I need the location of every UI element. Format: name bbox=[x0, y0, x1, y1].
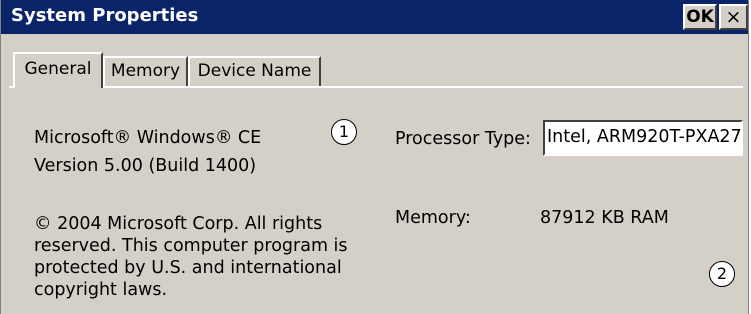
close-button[interactable]: × bbox=[719, 4, 748, 30]
processor-type-label: Processor Type: bbox=[395, 129, 531, 149]
os-name-text: Microsoft® Windows® CE bbox=[34, 128, 262, 148]
tab-memory[interactable]: Memory bbox=[103, 56, 188, 86]
copyright-text: © 2004 Microsoft Corp. All rights reserv… bbox=[34, 214, 348, 300]
processor-type-field[interactable]: Intel, ARM920T-PXA27x bbox=[543, 120, 743, 156]
close-icon: × bbox=[725, 6, 742, 28]
os-version-text: Version 5.00 (Build 1400) bbox=[34, 156, 257, 176]
ok-button[interactable]: OK bbox=[683, 4, 717, 30]
system-properties-window: System Properties OK × General Memory De… bbox=[0, 0, 749, 314]
memory-label: Memory: bbox=[395, 208, 471, 228]
tab-device-name[interactable]: Device Name bbox=[188, 56, 321, 86]
title-bar[interactable]: System Properties OK × bbox=[1, 0, 748, 34]
callout-marker-1: 1 bbox=[331, 119, 357, 145]
callout-marker-2: 2 bbox=[709, 261, 735, 287]
memory-value: 87912 KB RAM bbox=[540, 208, 669, 228]
tab-general[interactable]: General bbox=[13, 52, 103, 88]
window-title: System Properties bbox=[11, 5, 199, 26]
tab-panel-border bbox=[9, 86, 743, 88]
